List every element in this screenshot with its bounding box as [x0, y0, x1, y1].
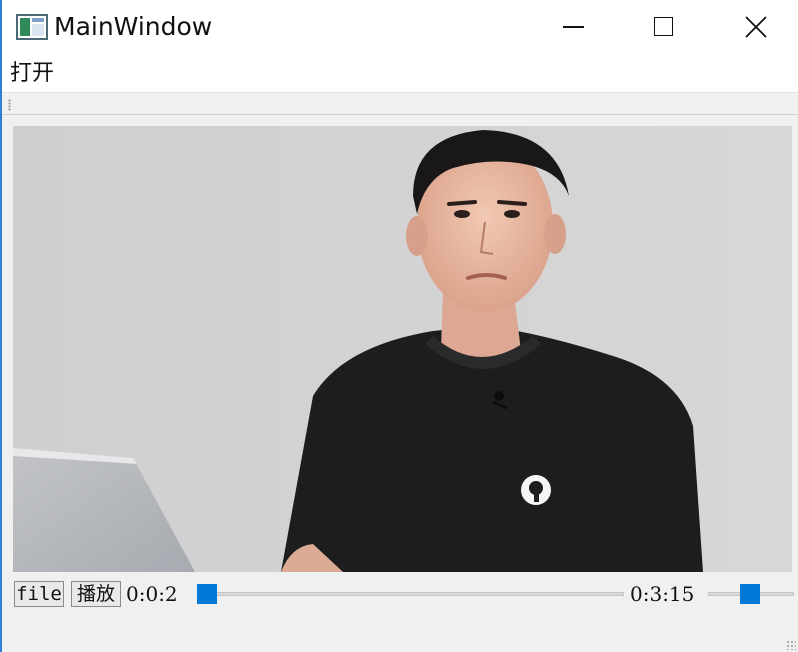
minimize-icon: [563, 26, 584, 28]
window-title: MainWindow: [54, 12, 213, 41]
minimize-button[interactable]: [528, 0, 620, 54]
resize-grip-icon[interactable]: [786, 640, 796, 650]
playback-controls: file 播放 0:0:2 0:3:15: [2, 574, 798, 614]
video-display[interactable]: [13, 126, 792, 572]
seek-slider-track[interactable]: [198, 592, 624, 596]
maximize-button[interactable]: [618, 0, 710, 54]
menu-bar: 打开: [2, 54, 798, 92]
menu-item-open[interactable]: 打开: [10, 60, 54, 88]
current-time-label: 0:0:2: [126, 582, 178, 606]
toolbar-grip-handle[interactable]: [8, 99, 11, 111]
play-button[interactable]: 播放: [71, 581, 121, 607]
video-frame: [13, 126, 792, 572]
total-time-label: 0:3:15: [630, 582, 695, 606]
app-window-icon: [16, 14, 48, 40]
toolbar: [2, 92, 798, 115]
main-window: MainWindow 打开 file 播放 0:0:2 0:3:15: [0, 0, 798, 652]
volume-slider-handle[interactable]: [740, 584, 760, 604]
close-icon: [745, 16, 767, 38]
file-button[interactable]: file: [14, 581, 64, 607]
maximize-icon: [654, 17, 673, 36]
title-bar[interactable]: MainWindow: [2, 0, 798, 54]
seek-slider-handle[interactable]: [197, 584, 217, 604]
close-button[interactable]: [710, 0, 798, 54]
